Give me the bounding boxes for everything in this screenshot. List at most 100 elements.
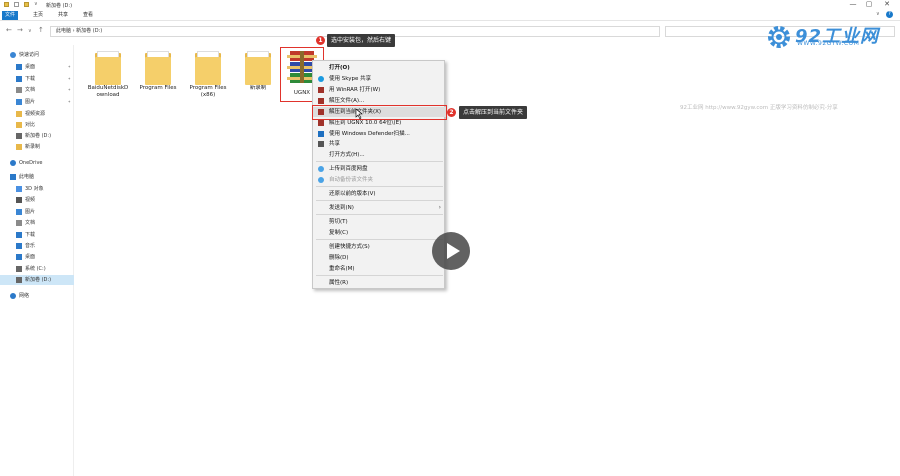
ribbon-tabs: 文件 主页 共享 查看 ∨ ? <box>0 10 900 21</box>
file-item-folder[interactable]: Program Files (x86) <box>186 49 230 99</box>
context-menu: 打开(O) 使用 Skype 共享用 WinRAR 打开(W) 解压文件(A)...… <box>312 60 446 289</box>
up-arrow-icon[interactable]: ↑ <box>38 26 44 34</box>
file-name: 新录制 <box>249 85 267 91</box>
download-icon <box>16 76 22 82</box>
properties-icon[interactable] <box>14 2 19 7</box>
context-menu-item[interactable]: 删除(D) <box>313 253 446 263</box>
quick-access-icon[interactable] <box>4 2 9 7</box>
nav-item[interactable]: 图片 <box>0 207 74 217</box>
tab-file[interactable]: 文件 <box>2 11 19 20</box>
baidu-icon <box>318 166 324 172</box>
context-menu-item[interactable]: 打开方式(H)... <box>313 150 446 160</box>
tab-view[interactable]: 查看 <box>80 11 96 20</box>
context-menu-item[interactable]: 还原以前的版本(V) <box>313 189 446 199</box>
context-menu-item[interactable]: 用 WinRAR 打开(W) <box>313 85 446 95</box>
file-item-folder[interactable]: Program Files <box>136 49 180 92</box>
nav-item-label: 图片 <box>25 209 36 215</box>
nav-item[interactable]: 下载 ✦ <box>0 74 74 84</box>
context-menu-item[interactable]: 使用 Skype 共享 <box>313 74 446 84</box>
nav-item[interactable]: 桌面 <box>0 252 74 262</box>
file-item-folder[interactable]: BaiduNetdiskD ownload <box>86 49 130 99</box>
nav-item[interactable]: 桌面 ✦ <box>0 62 74 72</box>
nav-item-label: 文档 <box>25 87 36 93</box>
context-menu-item[interactable]: 剪切(T) <box>313 217 446 227</box>
music-icon <box>16 243 22 249</box>
context-menu-item[interactable]: 复制(C) <box>313 228 446 238</box>
nav-item-label: 新录制 <box>25 144 41 150</box>
nav-item[interactable]: 对比 <box>0 120 74 130</box>
document-icon <box>16 87 22 93</box>
menu-separator <box>316 200 443 201</box>
context-menu-item[interactable]: 上传到百度网盘 <box>313 164 446 174</box>
context-menu-label: 上传到百度网盘 <box>329 166 368 172</box>
baidu-icon <box>318 177 324 183</box>
nav-item[interactable]: 新加卷 (D:) <box>0 131 74 141</box>
context-menu-item[interactable]: 使用 Windows Defender扫描... <box>313 129 446 139</box>
video-icon <box>16 197 22 203</box>
nav-item[interactable]: 视频 <box>0 195 74 205</box>
winrar-icon <box>318 98 324 104</box>
context-menu-label: 使用 Skype 共享 <box>329 76 372 82</box>
breadcrumb[interactable]: 此电脑 › 新加卷 (D:) <box>56 28 102 34</box>
mouse-cursor-icon <box>355 108 363 120</box>
nav-item[interactable]: 文档 ✦ <box>0 85 74 95</box>
nav-item[interactable]: 图片 ✦ <box>0 97 74 107</box>
winrar-icon <box>318 120 324 126</box>
context-menu-item[interactable]: 重命名(M) <box>313 264 446 274</box>
expand-ribbon-icon[interactable]: ∨ <box>876 11 880 17</box>
context-menu-label: 还原以前的版本(V) <box>329 191 376 197</box>
folder-icon <box>193 49 223 85</box>
nav-item-label: 视频资源 <box>25 111 46 117</box>
nav-item-label: 新加卷 (D:) <box>25 277 52 283</box>
context-menu-item[interactable]: 打开(O) <box>313 63 446 73</box>
menu-separator <box>316 275 443 276</box>
context-menu-item[interactable]: 发送到(N) › <box>313 203 446 213</box>
close-button[interactable]: ✕ <box>880 0 894 9</box>
context-menu-item[interactable]: 创建快捷方式(S) <box>313 242 446 252</box>
share-icon <box>318 141 324 147</box>
tab-home[interactable]: 主页 <box>30 11 46 20</box>
nav-item[interactable]: 网络 <box>0 291 74 301</box>
nav-item-label: 桌面 <box>25 64 36 70</box>
context-menu-label: 解压文件(A)... <box>329 98 365 104</box>
defender-icon <box>318 131 324 137</box>
menu-item-highlight-box <box>312 105 447 120</box>
help-icon[interactable]: ? <box>886 11 893 18</box>
desktop-icon <box>16 254 22 260</box>
forward-arrow-icon[interactable]: → <box>17 26 23 34</box>
nav-item[interactable]: 音乐 <box>0 241 74 251</box>
file-name-line2: ownload <box>96 92 120 98</box>
nav-item[interactable]: 3D 对象 <box>0 184 74 194</box>
pc-icon <box>10 174 16 180</box>
tab-share[interactable]: 共享 <box>55 11 71 20</box>
customize-toolbar-icon[interactable]: ∨ <box>34 1 38 7</box>
nav-item[interactable]: 视频资源 <box>0 109 74 119</box>
file-name: Program Files <box>189 85 227 91</box>
nav-item[interactable]: 此电脑 <box>0 172 74 182</box>
minimize-button[interactable]: — <box>846 0 860 9</box>
nav-item[interactable]: OneDrive <box>0 158 74 168</box>
nav-item[interactable]: 文档 <box>0 218 74 228</box>
context-menu-item[interactable]: 自动备份该文件夹 <box>313 175 446 185</box>
back-arrow-icon[interactable]: ← <box>6 26 12 34</box>
title-bar: ∨ 新加卷 (D:) — ▢ ✕ <box>0 0 900 10</box>
nav-item[interactable]: 系统 (C:) <box>0 264 74 274</box>
context-menu-item[interactable]: 共享 <box>313 139 446 149</box>
nav-item-label: 此电脑 <box>19 174 35 180</box>
star-icon <box>10 52 16 58</box>
nav-item[interactable]: 下载 <box>0 230 74 240</box>
skype-icon <box>318 76 324 82</box>
video-play-button[interactable] <box>432 232 470 270</box>
file-item-folder[interactable]: 新录制 <box>236 49 280 92</box>
recent-locations-icon[interactable]: ∨ <box>28 28 32 34</box>
window-title: 新加卷 (D:) <box>46 3 73 9</box>
nav-item[interactable]: 新录制 <box>0 142 74 152</box>
folder-icon <box>243 49 273 85</box>
context-menu-label: 复制(C) <box>329 230 349 236</box>
context-menu-item[interactable]: 属性(R) <box>313 278 446 288</box>
maximize-button[interactable]: ▢ <box>862 0 876 9</box>
drive-icon <box>16 266 22 272</box>
nav-item[interactable]: 快速访问 <box>0 50 74 60</box>
new-folder-icon[interactable] <box>24 2 29 7</box>
nav-item[interactable]: 新加卷 (D:) <box>0 275 74 285</box>
